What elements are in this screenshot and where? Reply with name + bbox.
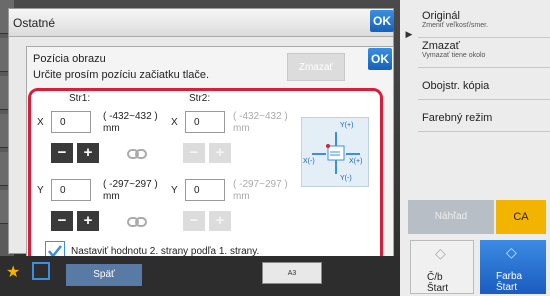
inner-ok-button[interactable]: OK [368, 48, 392, 70]
side1-x-input[interactable]: 0 [51, 111, 91, 133]
side2-x-plus-button[interactable]: + [209, 143, 231, 163]
side1-y-range: ( -297~297 ) mm [103, 179, 158, 202]
clear-button[interactable]: Zmazať [287, 53, 345, 81]
sidebar-item-label: Originál [422, 10, 460, 22]
sidebar-item-erase[interactable]: Zmazať Vymazať tiene okolo [418, 40, 550, 68]
side2-y-axis-label: Y [171, 185, 178, 196]
diagram-x-plus: X(+) [349, 158, 363, 165]
start-bw-label-2: Štart [427, 283, 449, 294]
start-color-label-2: Štart [496, 282, 518, 293]
preview-button[interactable]: Náhľad [408, 200, 494, 234]
side1-y-axis-label: Y [37, 185, 44, 196]
outer-ok-button[interactable]: OK [370, 10, 394, 32]
side2-x-range: ( -432~432 ) mm [233, 111, 288, 134]
side2-y-range: ( -297~297 ) mm [233, 179, 288, 202]
start-color-label-1: Farba [496, 271, 523, 282]
side1-y-link-icon [127, 217, 147, 227]
side1-y-minus-button[interactable]: − [51, 211, 73, 231]
check-icon[interactable] [32, 262, 50, 280]
sidebar-item-duplex[interactable]: Obojstr. kópia [418, 72, 550, 100]
back-button[interactable]: Späť [66, 264, 142, 286]
sidebar-item-sub: Vymazať tiene okolo [422, 52, 486, 59]
side1-x-minus-button[interactable]: − [51, 143, 73, 163]
sidebar-item-original[interactable]: Originál Zmeniť veľkosť/smer. [418, 10, 550, 38]
bottom-bar: ★ Späť A3 [0, 256, 400, 296]
diagram-y-plus: Y(+) [340, 122, 354, 129]
paper-size-indicator: A3 [262, 262, 322, 284]
inner-dialog-title: Pozícia obrazu [33, 53, 106, 65]
side2-y-plus-button[interactable]: + [209, 211, 231, 231]
side2-y-input[interactable]: 0 [185, 179, 225, 201]
sidebar-item-sub: Zmeniť veľkosť/smer. [422, 22, 489, 29]
start-diamond-icon: ◇ [435, 245, 446, 261]
side1-x-plus-button[interactable]: + [77, 143, 99, 163]
inner-dialog-subtitle: Určite prosím pozíciu začiatku tlače. [33, 69, 210, 81]
side2-x-input[interactable]: 0 [185, 111, 225, 133]
side2-x-axis-label: X [171, 117, 178, 128]
ca-button[interactable]: CA [496, 200, 546, 234]
side2-x-minus-button[interactable]: − [183, 143, 205, 163]
side2-y-minus-button[interactable]: − [183, 211, 205, 231]
side1-y-input[interactable]: 0 [51, 179, 91, 201]
position-diagram-icon [312, 132, 360, 174]
side1-y-plus-button[interactable]: + [77, 211, 99, 231]
outer-dialog-title: Ostatné [9, 9, 393, 37]
start-bw-button[interactable]: ◇ Č/b Štart [410, 240, 474, 294]
side1-x-link-icon [127, 149, 147, 159]
sidebar-collapse-arrow-icon[interactable]: ▶ [400, 22, 418, 46]
position-diagram: Y(+) Y(-) X(-) X(+) [301, 117, 369, 187]
star-icon[interactable]: ★ [6, 262, 20, 282]
sidebar-item-color-mode[interactable]: Farebný režim [418, 104, 550, 132]
side1-header: Str1: [69, 93, 91, 104]
start-color-button[interactable]: ◇ Farba Štart [480, 240, 546, 294]
side1-x-range: ( -432~432 ) mm [103, 111, 158, 134]
start-bw-label-1: Č/b [427, 272, 443, 283]
image-position-panel: Str1: X 0 ( -432~432 ) mm − + Y 0 ( -297~… [28, 88, 383, 275]
side2-header: Str2: [189, 93, 211, 104]
screen: Ostatné OK Pozícia obrazu Určite prosím … [0, 0, 550, 296]
diagram-y-minus: Y(-) [340, 175, 352, 182]
start-diamond-icon: ◇ [506, 244, 517, 260]
diagram-x-minus: X(-) [303, 158, 315, 165]
side1-x-axis-label: X [37, 117, 44, 128]
sidebar-item-label: Zmazať [422, 40, 460, 52]
